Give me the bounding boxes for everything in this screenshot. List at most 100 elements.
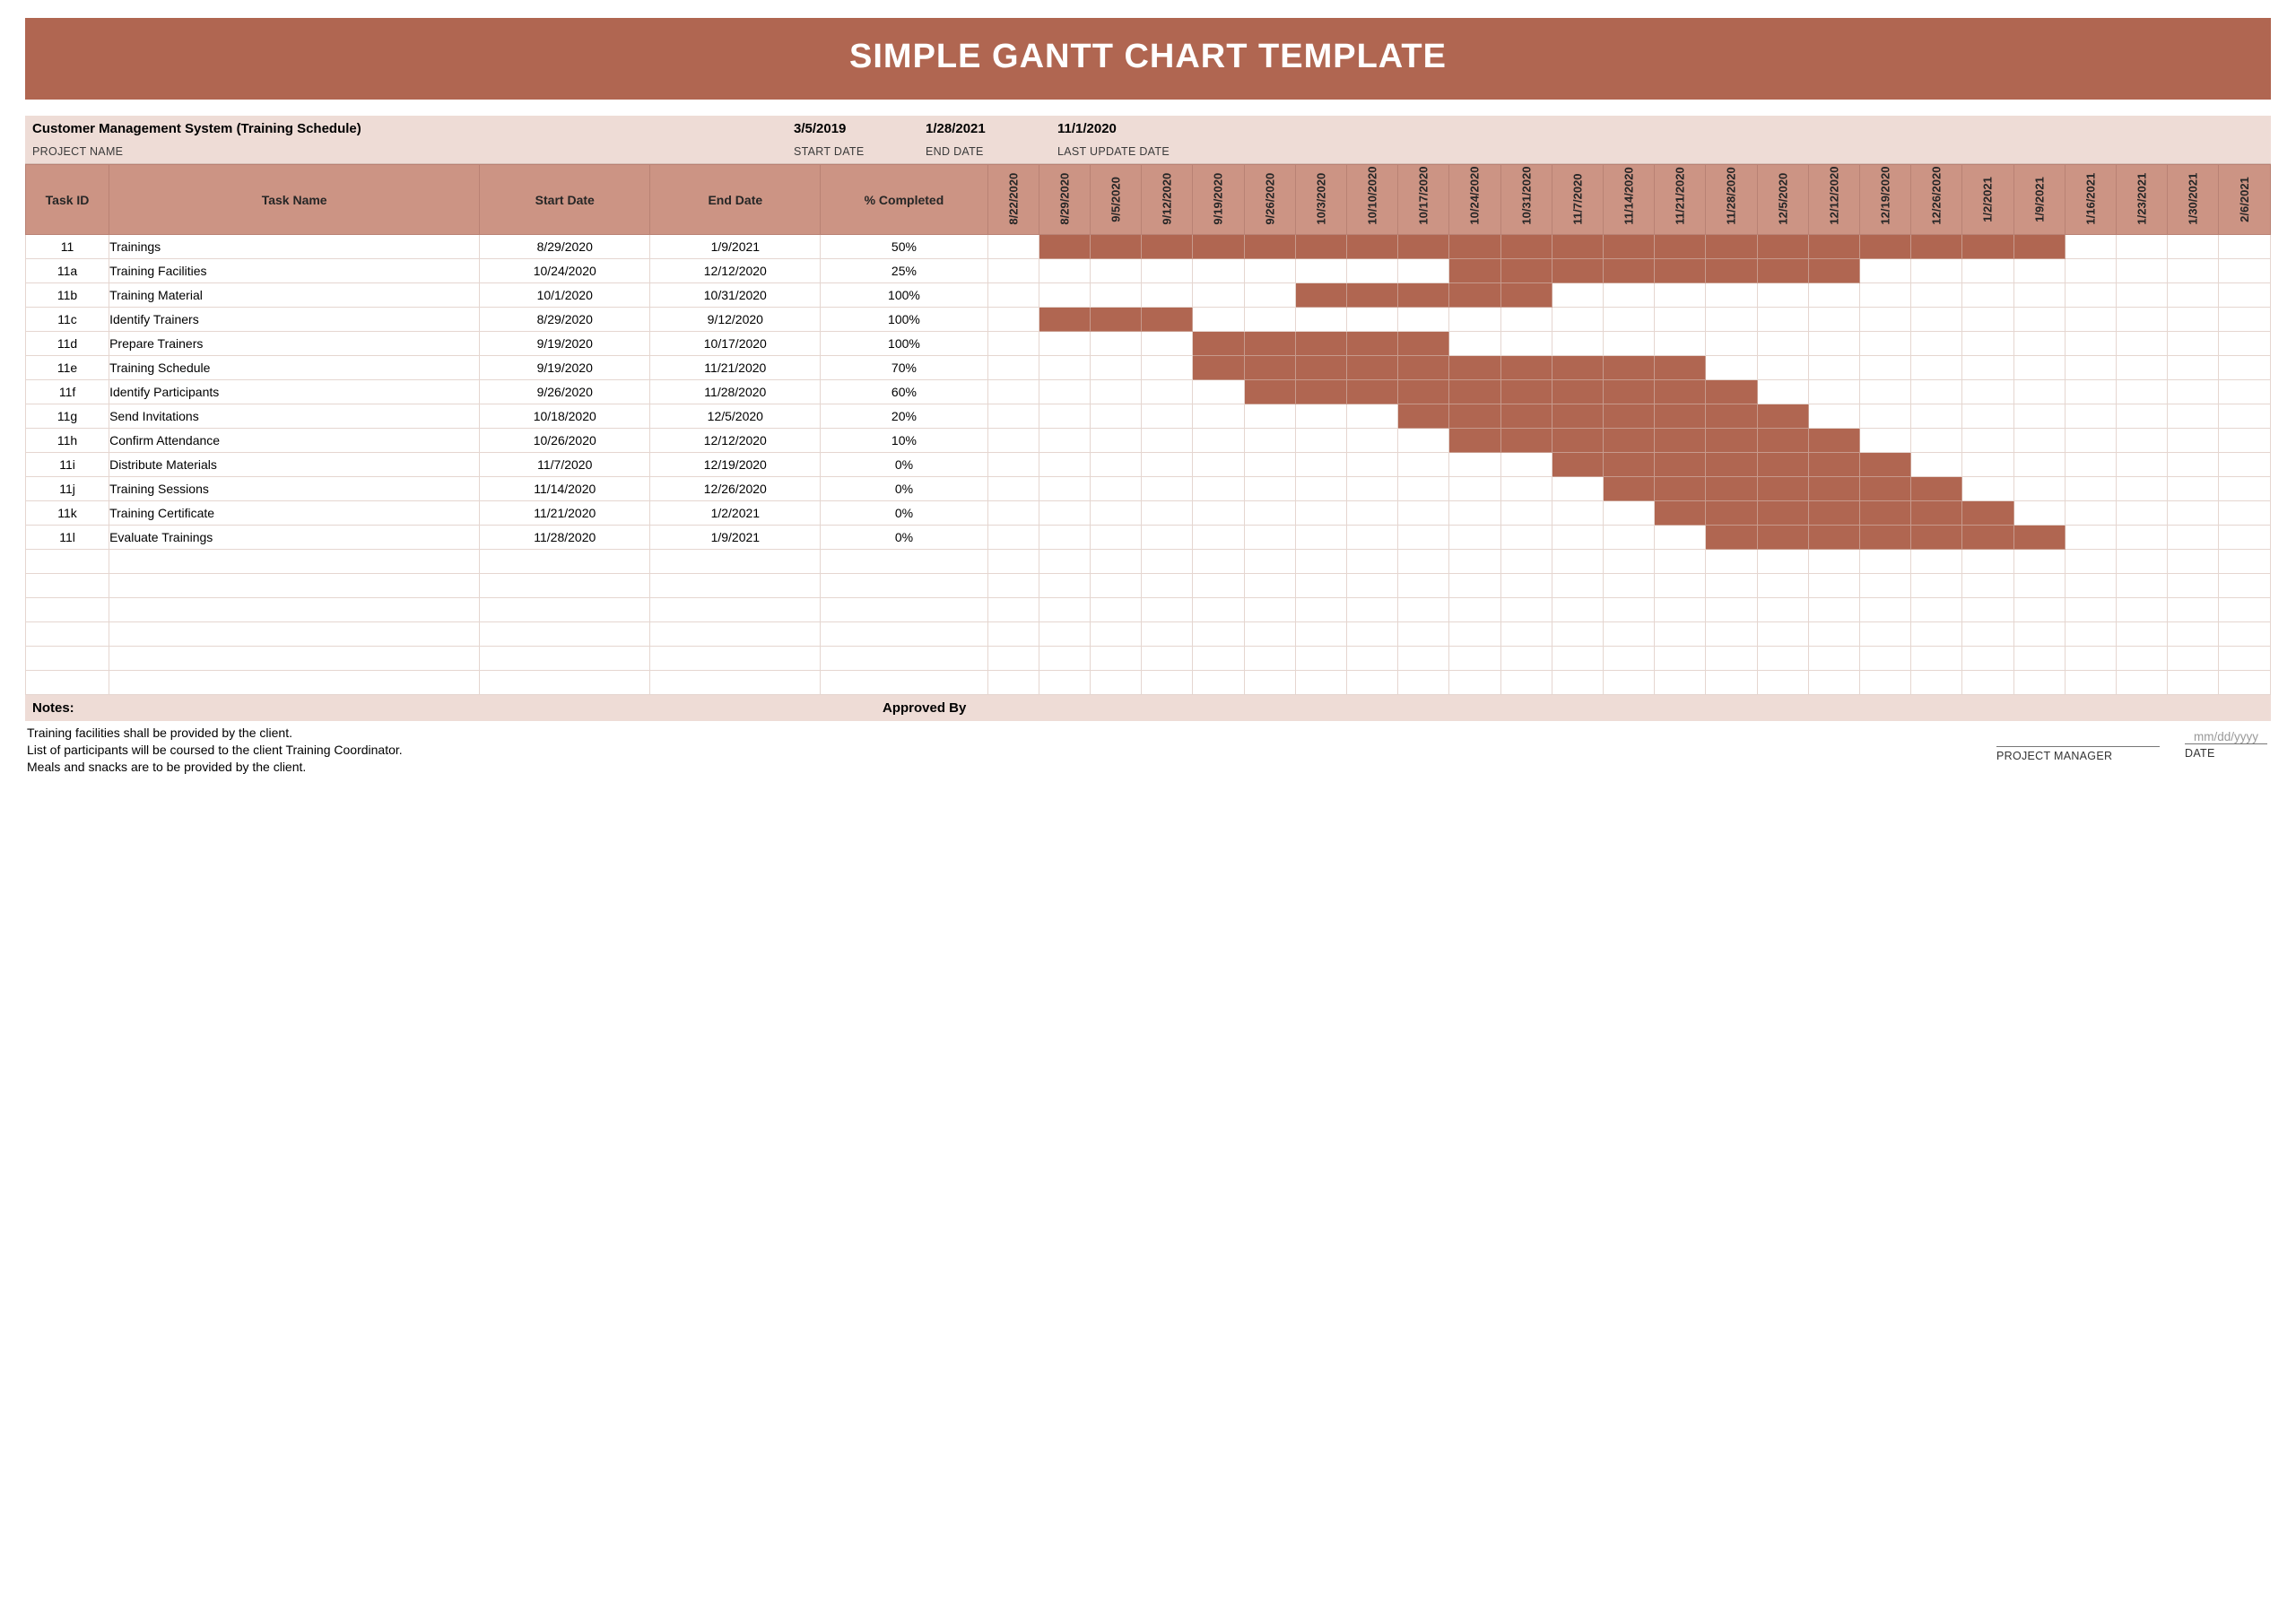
gantt-cell[interactable] bbox=[1295, 647, 1346, 671]
cell-id[interactable] bbox=[26, 647, 109, 671]
gantt-cell[interactable] bbox=[1295, 332, 1346, 356]
gantt-cell[interactable] bbox=[987, 429, 1039, 453]
gantt-cell[interactable] bbox=[1655, 526, 1706, 550]
gantt-cell[interactable] bbox=[1808, 235, 1859, 259]
gantt-cell[interactable] bbox=[1655, 574, 1706, 598]
gantt-cell[interactable] bbox=[1398, 429, 1449, 453]
gantt-cell[interactable] bbox=[1552, 283, 1603, 308]
gantt-cell[interactable] bbox=[2013, 526, 2065, 550]
gantt-cell[interactable] bbox=[1090, 404, 1141, 429]
cell-name[interactable]: Confirm Attendance bbox=[109, 429, 480, 453]
cell-sd[interactable] bbox=[480, 671, 650, 695]
gantt-cell[interactable] bbox=[1449, 526, 1500, 550]
gantt-cell[interactable] bbox=[2117, 574, 2168, 598]
table-row[interactable]: 11kTraining Certificate11/21/20201/2/202… bbox=[26, 501, 2271, 526]
gantt-cell[interactable] bbox=[1859, 671, 1910, 695]
gantt-cell[interactable] bbox=[2168, 259, 2219, 283]
gantt-cell[interactable] bbox=[2065, 477, 2116, 501]
gantt-cell[interactable] bbox=[1449, 404, 1500, 429]
gantt-cell[interactable] bbox=[2013, 308, 2065, 332]
gantt-cell[interactable] bbox=[1552, 671, 1603, 695]
gantt-cell[interactable] bbox=[2117, 380, 2168, 404]
gantt-cell[interactable] bbox=[2117, 429, 2168, 453]
gantt-cell[interactable] bbox=[1142, 332, 1193, 356]
gantt-cell[interactable] bbox=[1757, 308, 1808, 332]
gantt-cell[interactable] bbox=[1706, 332, 1757, 356]
gantt-cell[interactable] bbox=[1244, 453, 1295, 477]
gantt-cell[interactable] bbox=[1500, 453, 1552, 477]
gantt-cell[interactable] bbox=[1962, 598, 2013, 622]
cell-pct[interactable] bbox=[821, 550, 987, 574]
gantt-cell[interactable] bbox=[1911, 622, 1962, 647]
gantt-cell[interactable] bbox=[1757, 453, 1808, 477]
gantt-cell[interactable] bbox=[1655, 501, 1706, 526]
cell-ed[interactable] bbox=[650, 671, 821, 695]
gantt-cell[interactable] bbox=[1859, 574, 1910, 598]
gantt-cell[interactable] bbox=[1193, 526, 1244, 550]
gantt-cell[interactable] bbox=[1706, 429, 1757, 453]
cell-sd[interactable]: 8/29/2020 bbox=[480, 308, 650, 332]
gantt-cell[interactable] bbox=[1962, 477, 2013, 501]
gantt-cell[interactable] bbox=[1142, 259, 1193, 283]
gantt-cell[interactable] bbox=[1706, 356, 1757, 380]
gantt-cell[interactable] bbox=[1346, 477, 1397, 501]
gantt-cell[interactable] bbox=[1090, 283, 1141, 308]
gantt-cell[interactable] bbox=[1346, 429, 1397, 453]
gantt-cell[interactable] bbox=[1655, 647, 1706, 671]
gantt-cell[interactable] bbox=[1655, 308, 1706, 332]
gantt-cell[interactable] bbox=[2168, 526, 2219, 550]
gantt-cell[interactable] bbox=[1757, 235, 1808, 259]
gantt-cell[interactable] bbox=[1295, 550, 1346, 574]
gantt-cell[interactable] bbox=[1039, 526, 1090, 550]
gantt-cell[interactable] bbox=[2219, 404, 2271, 429]
gantt-cell[interactable] bbox=[2117, 259, 2168, 283]
cell-name[interactable]: Training Sessions bbox=[109, 477, 480, 501]
gantt-cell[interactable] bbox=[1962, 647, 2013, 671]
gantt-cell[interactable] bbox=[1757, 332, 1808, 356]
gantt-cell[interactable] bbox=[2065, 598, 2116, 622]
cell-name[interactable]: Trainings bbox=[109, 235, 480, 259]
gantt-cell[interactable] bbox=[1552, 429, 1603, 453]
cell-id[interactable] bbox=[26, 671, 109, 695]
gantt-cell[interactable] bbox=[1757, 283, 1808, 308]
cell-ed[interactable] bbox=[650, 574, 821, 598]
gantt-cell[interactable] bbox=[2065, 671, 2116, 695]
gantt-cell[interactable] bbox=[1808, 404, 1859, 429]
gantt-cell[interactable] bbox=[1193, 574, 1244, 598]
gantt-cell[interactable] bbox=[1398, 453, 1449, 477]
gantt-cell[interactable] bbox=[1552, 356, 1603, 380]
gantt-cell[interactable] bbox=[1706, 598, 1757, 622]
table-row[interactable]: 11dPrepare Trainers9/19/202010/17/202010… bbox=[26, 332, 2271, 356]
gantt-cell[interactable] bbox=[1090, 453, 1141, 477]
gantt-cell[interactable] bbox=[1193, 259, 1244, 283]
cell-ed[interactable]: 10/31/2020 bbox=[650, 283, 821, 308]
gantt-cell[interactable] bbox=[1039, 404, 1090, 429]
gantt-cell[interactable] bbox=[1398, 356, 1449, 380]
gantt-cell[interactable] bbox=[1808, 598, 1859, 622]
gantt-cell[interactable] bbox=[1859, 501, 1910, 526]
gantt-cell[interactable] bbox=[1911, 526, 1962, 550]
gantt-cell[interactable] bbox=[1962, 622, 2013, 647]
cell-ed[interactable]: 1/9/2021 bbox=[650, 526, 821, 550]
cell-ed[interactable]: 12/19/2020 bbox=[650, 453, 821, 477]
gantt-cell[interactable] bbox=[1398, 671, 1449, 695]
gantt-cell[interactable] bbox=[1244, 356, 1295, 380]
cell-name[interactable] bbox=[109, 622, 480, 647]
cell-sd[interactable]: 11/21/2020 bbox=[480, 501, 650, 526]
gantt-cell[interactable] bbox=[2065, 574, 2116, 598]
gantt-cell[interactable] bbox=[2219, 598, 2271, 622]
gantt-cell[interactable] bbox=[987, 477, 1039, 501]
gantt-cell[interactable] bbox=[2168, 308, 2219, 332]
gantt-cell[interactable] bbox=[1706, 671, 1757, 695]
gantt-cell[interactable] bbox=[2168, 647, 2219, 671]
cell-name[interactable]: Prepare Trainers bbox=[109, 332, 480, 356]
gantt-cell[interactable] bbox=[1449, 308, 1500, 332]
gantt-cell[interactable] bbox=[2013, 429, 2065, 453]
gantt-cell[interactable] bbox=[1603, 308, 1654, 332]
project-manager-signature[interactable]: PROJECT MANAGER bbox=[1996, 730, 2160, 762]
gantt-cell[interactable] bbox=[1295, 429, 1346, 453]
gantt-cell[interactable] bbox=[2065, 235, 2116, 259]
gantt-cell[interactable] bbox=[1449, 477, 1500, 501]
gantt-cell[interactable] bbox=[987, 356, 1039, 380]
gantt-cell[interactable] bbox=[1808, 622, 1859, 647]
